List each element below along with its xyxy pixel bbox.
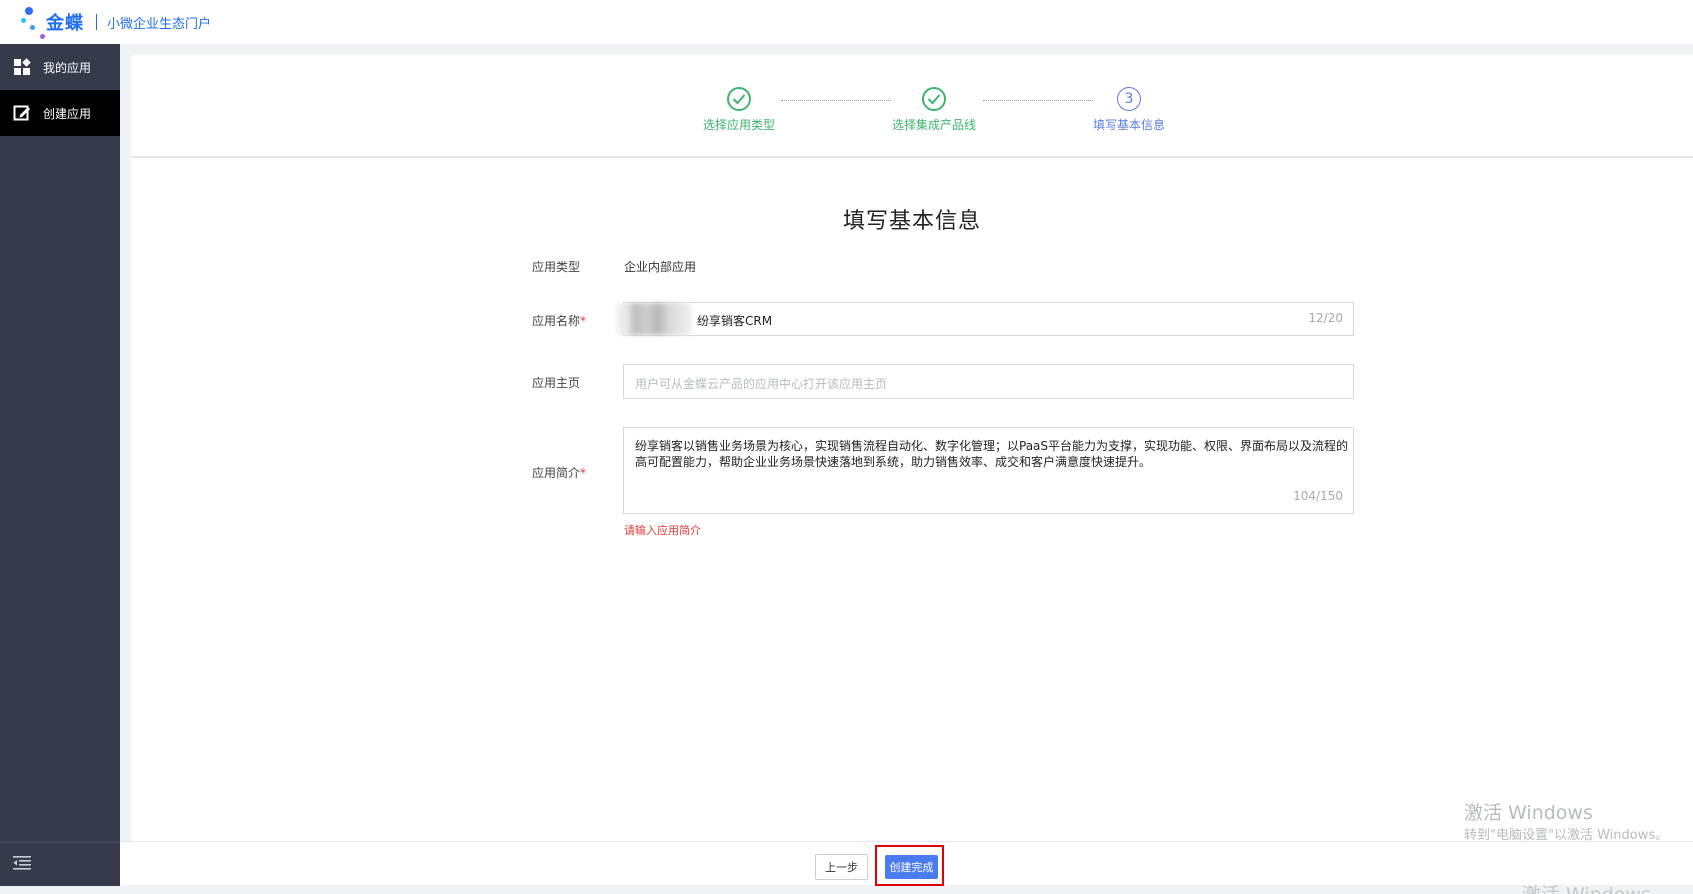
char-counter: 104/150 bbox=[1293, 489, 1343, 503]
sidebar-item-my-apps[interactable]: 我的应用 bbox=[0, 44, 120, 90]
logo-dots-icon bbox=[20, 3, 46, 41]
previous-step-button[interactable]: 上一步 bbox=[815, 854, 868, 880]
page-title: 填写基本信息 bbox=[842, 209, 981, 234]
check-circle-icon bbox=[727, 87, 751, 111]
step-label: 选择集成产品线 bbox=[892, 118, 977, 132]
char-counter: 12/20 bbox=[1308, 311, 1343, 325]
sidebar-collapse-button[interactable] bbox=[0, 842, 120, 886]
homepage-label: 应用主页 bbox=[532, 376, 581, 390]
sidebar-item-create-app[interactable]: 创建应用 bbox=[0, 90, 120, 136]
main-panel: 选择应用类型 选择集成产品线 3 填写基本信息 填写基本信息 应用类型 企业内部… bbox=[131, 55, 1693, 841]
brand-name: 金蝶 bbox=[46, 13, 84, 34]
step-connector bbox=[781, 100, 891, 101]
sidebar-item-label: 创建应用 bbox=[43, 106, 92, 121]
homepage-placeholder: 用户可从金蝶云产品的应用中心打开该应用主页 bbox=[635, 377, 888, 391]
sidebar-item-label: 我的应用 bbox=[43, 60, 92, 75]
highlight-box: 创建完成 bbox=[875, 845, 944, 886]
sidebar: 我的应用 创建应用 bbox=[0, 44, 120, 886]
step-connector bbox=[983, 100, 1093, 101]
windows-activation-watermark-bottom: 激活 Windows bbox=[1522, 880, 1651, 894]
grid-apps-icon bbox=[13, 58, 31, 76]
portal-subtitle: 小微企业生态门户 bbox=[107, 16, 212, 32]
create-complete-button[interactable]: 创建完成 bbox=[885, 855, 938, 879]
step-select-product-line: 选择集成产品线 bbox=[892, 87, 976, 133]
app-name-value: 纷享销客CRM bbox=[697, 314, 773, 328]
description-value: 纷享销客以销售业务场景为核心，实现销售流程自动化、数字化管理；以PaaS平台能力… bbox=[635, 439, 1349, 469]
step-select-app-type: 选择应用类型 bbox=[703, 87, 775, 133]
step-label: 填写基本信息 bbox=[1093, 118, 1166, 132]
step-label: 选择应用类型 bbox=[703, 118, 776, 132]
step-fill-basic-info: 3 填写基本信息 bbox=[1093, 87, 1165, 133]
windows-activation-watermark: 激活 Windows bbox=[1464, 802, 1593, 824]
app-name-input[interactable]: 纷享销客CRM 12/20 bbox=[616, 302, 1354, 336]
step-number-badge: 3 bbox=[1117, 87, 1141, 111]
app-type-value: 企业内部应用 bbox=[624, 260, 697, 274]
logo-divider bbox=[96, 14, 97, 30]
app-name-label: 应用名称* bbox=[532, 314, 587, 328]
description-label: 应用简介* bbox=[532, 466, 587, 480]
check-circle-icon bbox=[922, 87, 946, 111]
homepage-input[interactable]: 用户可从金蝶云产品的应用中心打开该应用主页 bbox=[623, 364, 1354, 399]
edit-square-icon bbox=[13, 104, 31, 122]
collapse-menu-icon bbox=[13, 855, 31, 874]
description-error-message: 请输入应用简介 bbox=[624, 524, 701, 537]
top-bar: 金蝶 小微企业生态门户 bbox=[0, 0, 1693, 44]
stepper: 选择应用类型 选择集成产品线 3 填写基本信息 bbox=[131, 55, 1693, 158]
redacted-blur bbox=[616, 303, 692, 335]
description-textarea[interactable]: 纷享销客以销售业务场景为核心，实现销售流程自动化、数字化管理；以PaaS平台能力… bbox=[623, 427, 1354, 514]
app-type-label: 应用类型 bbox=[532, 260, 581, 274]
brand-logo[interactable]: 金蝶 小微企业生态门户 bbox=[20, 3, 211, 41]
footer-action-bar: 上一步 创建完成 bbox=[120, 841, 1693, 886]
